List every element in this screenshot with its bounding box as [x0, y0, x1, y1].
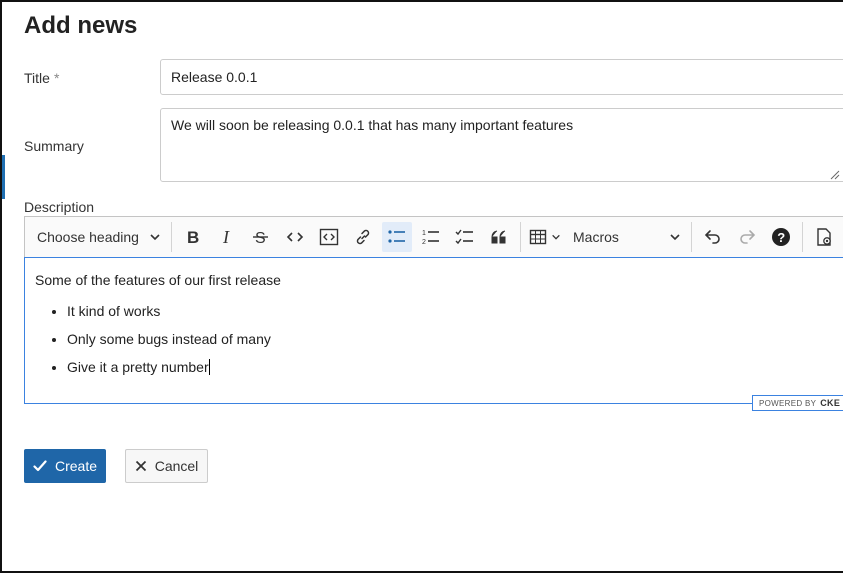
- help-button[interactable]: ?: [766, 222, 796, 252]
- page-title: Add news: [24, 12, 138, 39]
- svg-text:I: I: [222, 228, 230, 246]
- editor-paragraph: Some of the features of our first releas…: [35, 272, 281, 288]
- undo-icon: [704, 230, 720, 244]
- list-item: It kind of works: [67, 302, 843, 320]
- help-icon: ?: [772, 228, 790, 246]
- redo-button[interactable]: [732, 222, 762, 252]
- required-marker: *: [53, 70, 60, 86]
- summary-label: Summary: [24, 138, 84, 154]
- code-block-button[interactable]: [314, 222, 344, 252]
- bold-icon: B: [187, 228, 199, 246]
- code-block-icon: [319, 228, 339, 246]
- italic-button[interactable]: I: [212, 222, 242, 252]
- macros-dropdown[interactable]: Macros: [565, 222, 687, 252]
- title-label-text: Title: [24, 70, 50, 86]
- macros-dropdown-label: Macros: [573, 229, 619, 245]
- list-item-text: Give it a pretty number: [67, 359, 209, 375]
- insert-table-button[interactable]: [525, 222, 565, 252]
- cancel-button[interactable]: Cancel: [125, 449, 208, 483]
- heading-dropdown[interactable]: Choose heading: [29, 222, 167, 252]
- blockquote-icon: [491, 230, 506, 244]
- preview-icon: [817, 228, 831, 246]
- list-item: Give it a pretty number: [67, 358, 843, 376]
- editor-toolbar: Choose heading B I S 12 Macros ?: [24, 216, 843, 257]
- bold-button[interactable]: B: [178, 222, 208, 252]
- toolbar-separator: [520, 222, 521, 252]
- bulleted-list-button[interactable]: [382, 222, 412, 252]
- toolbar-separator: [691, 222, 692, 252]
- ckeditor-brand: CKE: [820, 398, 841, 408]
- check-icon: [33, 460, 47, 472]
- powered-by-badge[interactable]: POWERED BY CKE: [752, 395, 843, 411]
- numbered-list-icon: 12: [422, 230, 439, 246]
- italic-icon: I: [222, 228, 230, 246]
- toolbar-separator: [802, 222, 803, 252]
- text-caret: [208, 359, 210, 375]
- svg-text:B: B: [187, 228, 199, 246]
- code-button[interactable]: [280, 222, 310, 252]
- numbered-list-button[interactable]: 12: [416, 222, 446, 252]
- blockquote-button[interactable]: [484, 222, 514, 252]
- create-button[interactable]: Create: [24, 449, 106, 483]
- left-accent: [2, 155, 5, 199]
- link-icon: [356, 229, 370, 245]
- description-editor[interactable]: Some of the features of our first releas…: [24, 257, 843, 404]
- summary-textarea[interactable]: We will soon be releasing 0.0.1 that has…: [160, 108, 843, 182]
- link-button[interactable]: [348, 222, 378, 252]
- resize-grip-icon[interactable]: [830, 170, 840, 180]
- create-button-label: Create: [54, 458, 98, 474]
- chevron-down-icon: [670, 234, 680, 241]
- redo-icon: [740, 230, 756, 244]
- svg-text:S: S: [255, 230, 266, 246]
- todo-list-button[interactable]: [450, 222, 480, 252]
- preview-button[interactable]: [809, 222, 839, 252]
- title-input[interactable]: [160, 59, 843, 95]
- strikethrough-icon: S: [253, 230, 268, 246]
- powered-by-text: POWERED BY: [759, 398, 817, 408]
- close-icon: [135, 460, 146, 472]
- heading-dropdown-label: Choose heading: [37, 229, 139, 245]
- cancel-button-label: Cancel: [154, 458, 199, 474]
- list-item: Only some bugs instead of many: [67, 330, 843, 348]
- todo-list-icon: [455, 229, 473, 245]
- toolbar-separator: [171, 222, 172, 252]
- undo-button[interactable]: [698, 222, 728, 252]
- bulleted-list-icon: [388, 230, 405, 243]
- svg-text:?: ?: [777, 230, 785, 245]
- chevron-down-icon: [150, 234, 160, 241]
- strikethrough-button[interactable]: S: [246, 222, 276, 252]
- svg-text:1: 1: [422, 230, 426, 237]
- chevron-down-icon: [552, 234, 560, 240]
- title-label: Title *: [24, 70, 59, 86]
- form-page: Add news Title* Summary We will soon be …: [0, 0, 843, 573]
- description-label: Description: [24, 199, 95, 215]
- editor-bullet-list: It kind of works Only some bugs instead …: [35, 302, 843, 376]
- code-icon: [286, 232, 304, 242]
- svg-text:2: 2: [422, 239, 426, 246]
- table-icon: [529, 229, 547, 245]
